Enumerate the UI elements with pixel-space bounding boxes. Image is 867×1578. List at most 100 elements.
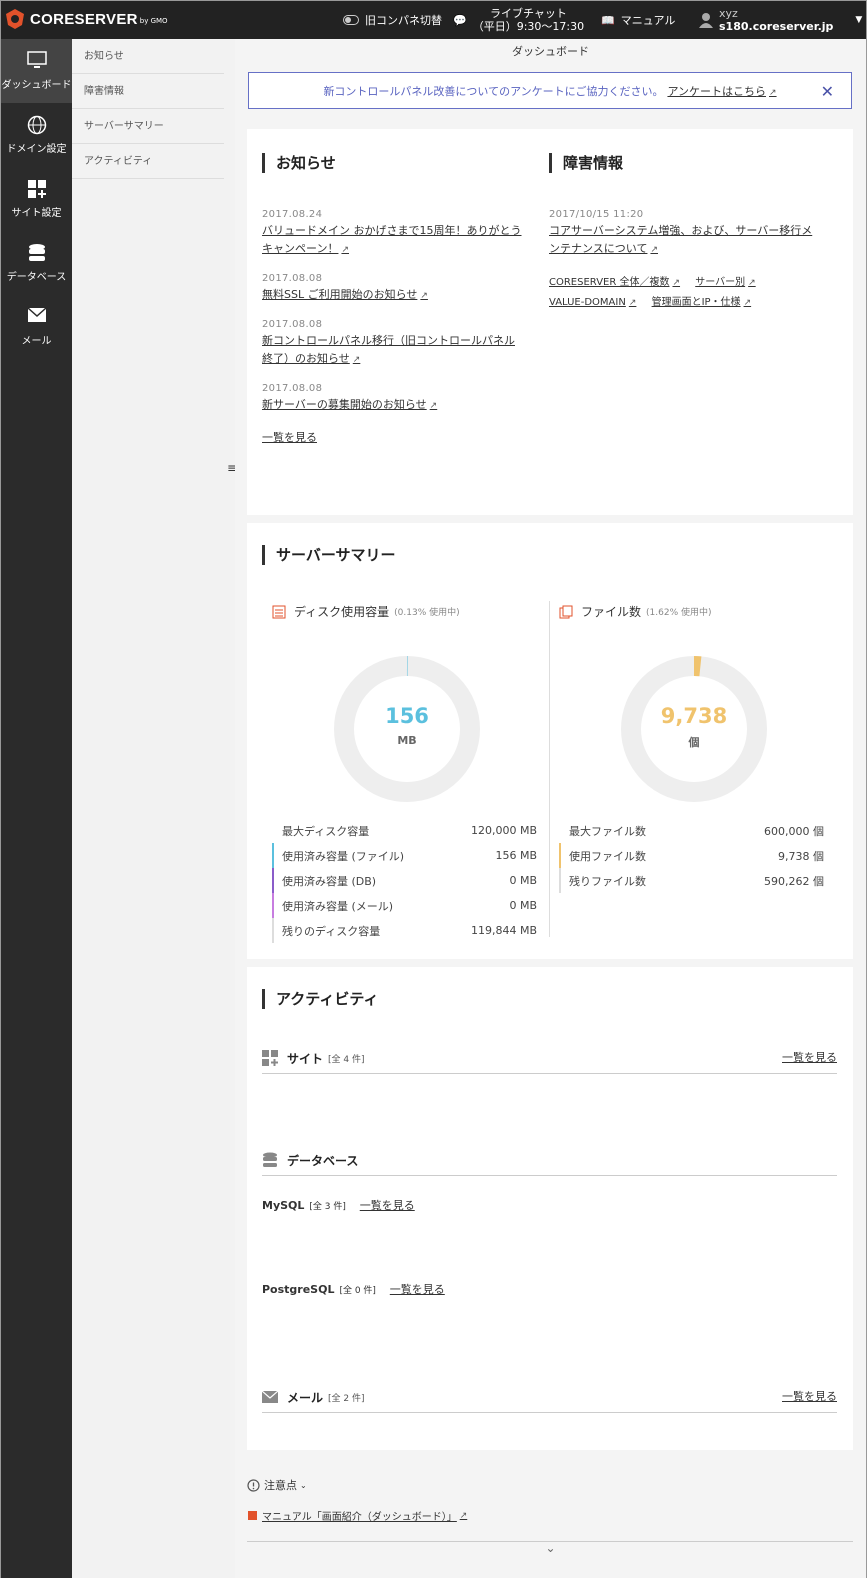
external-link-icon: ↗ <box>352 355 361 365</box>
survey-link[interactable]: アンケートはこちら ↗ <box>667 83 776 99</box>
external-link-icon: ↗ <box>429 401 438 411</box>
mysql-count: [全 3 件] <box>309 1202 346 1212</box>
pg-more-link[interactable]: 一覧を見る <box>390 1283 445 1296</box>
submenu-item-summary[interactable]: サーバーサマリー <box>72 109 224 144</box>
disk-donut: 156 MB <box>334 656 480 802</box>
sidebar-item-domain[interactable]: ドメイン設定 <box>1 103 72 167</box>
news-link[interactable]: 新コントロールパネル移行（旧コントロールパネル終了）のお知らせ ↗ <box>262 334 515 365</box>
sidebar-item-site[interactable]: サイト設定 <box>1 167 72 231</box>
user-icon <box>699 13 713 28</box>
user-name: xyz <box>719 7 738 20</box>
stat-row: 残りのディスク容量 119,844 MB <box>272 918 537 943</box>
manual-link[interactable]: マニュアル「画面紹介（ダッシュボード）」 ↗ <box>247 1508 467 1523</box>
disk-value: 156 <box>385 704 429 728</box>
stat-row: 最大ディスク容量 120,000 MB <box>272 818 537 843</box>
stat-value: 9,738 個 <box>778 849 824 863</box>
news-link[interactable]: 新サーバーの募集開始のお知らせ ↗ <box>262 398 437 411</box>
files-unit: 個 <box>688 736 700 749</box>
news-date: 2017.08.08 <box>262 273 323 284</box>
files-pct: (1.62% 使用中) <box>646 608 712 618</box>
stat-label: 残りファイル数 <box>569 874 646 888</box>
incident-link-server[interactable]: サーバー別 ↗ <box>695 277 755 288</box>
news-date: 2017.08.08 <box>262 383 323 394</box>
manual-button[interactable]: 📖 マニュアル <box>601 1 675 39</box>
stat-label: 使用ファイル数 <box>569 849 646 863</box>
news-link[interactable]: バリュードメイン おかげさまで15周年！ありがとうキャンペーン！ ↗ <box>262 224 522 255</box>
stat-label: 残りのディスク容量 <box>282 924 381 938</box>
disk-icon <box>272 605 286 618</box>
notes-label: 注意点 <box>264 1479 297 1492</box>
banner-text: 新コントロールパネル改善についてのアンケートにご協力ください。 <box>323 84 664 98</box>
monitor-icon <box>26 51 47 68</box>
book-icon <box>248 1511 257 1520</box>
news-link[interactable]: 無料SSL ご利用開始のお知らせ ↗ <box>262 288 428 301</box>
site-more-link[interactable]: 一覧を見る <box>782 1049 837 1067</box>
summary-card: サーバーサマリー ディスク使用容量 (0.13% 使用中) 156 MB 最大ディ… <box>247 523 853 959</box>
sidebar-item-dashboard[interactable]: ダッシュボード <box>1 39 72 103</box>
page-title: ダッシュボード <box>512 45 589 58</box>
sidebar-item-database[interactable]: データベース <box>1 231 72 295</box>
notes-toggle[interactable]: 注意点 ⌄ <box>247 1477 307 1493</box>
external-link-icon: ↗ <box>420 291 428 301</box>
news-date: 2017.08.08 <box>262 319 323 330</box>
site-count: [全 4 件] <box>328 1054 365 1065</box>
grid-icon <box>27 180 46 198</box>
files-icon <box>559 605 573 618</box>
postgresql-row: PostgreSQL [全 0 件] 一覧を見る <box>262 1281 445 1299</box>
disk-panel: ディスク使用容量 (0.13% 使用中) 156 MB 最大ディスク容量 120,0… <box>272 603 537 943</box>
close-icon[interactable]: ✕ <box>821 82 834 101</box>
sidebar-item-mail[interactable]: メール <box>1 295 72 359</box>
grid-icon <box>262 1050 278 1066</box>
activity-mail-row: メール [全 2 件] 一覧を見る <box>262 1382 837 1413</box>
sidebar-label: メール <box>21 336 52 347</box>
chevron-down-icon[interactable]: ⌄ <box>235 1541 866 1555</box>
user-menu[interactable]: xyz s180.coreserver.jp ▼ <box>699 1 862 39</box>
stat-value: 0 MB <box>509 899 537 912</box>
manual-link-text: マニュアル「画面紹介（ダッシュボード）」 <box>262 1512 457 1523</box>
news-date: 2017.08.24 <box>262 209 323 220</box>
sidebar-label: ドメイン設定 <box>6 144 67 155</box>
caret-down-icon: ▼ <box>855 15 863 25</box>
manual-label: マニュアル <box>620 14 676 27</box>
submenu-item-news[interactable]: お知らせ <box>72 39 224 74</box>
book-icon: 📖 <box>601 13 615 27</box>
stat-row: 使用ファイル数 9,738 個 <box>559 843 824 868</box>
sidebar-label: データベース <box>6 272 67 283</box>
chat-icon: 💬 <box>453 13 467 27</box>
coreserver-logo[interactable]: CORESERVER by GMO <box>5 8 168 30</box>
stat-value: 120,000 MB <box>470 824 537 837</box>
stat-row: 使用済み容量 (ファイル) 156 MB <box>272 843 537 868</box>
stat-row: 使用済み容量 (メール) 0 MB <box>272 893 537 918</box>
logo-icon <box>6 9 24 29</box>
news-item: 2017.08.08 無料SSL ご利用開始のお知らせ ↗ <box>262 273 522 305</box>
main-content: ダッシュボード 新コントロールパネル改善についてのアンケートにご協力ください。 … <box>235 39 866 1578</box>
incident-link[interactable]: コアサーバーシステム増強、および、サーバー移行メンテナンスについて ↗ <box>549 224 812 255</box>
files-donut: 9,738 個 <box>621 656 767 802</box>
external-link-icon: ↗ <box>459 1510 468 1521</box>
logo-by: by GMO <box>139 17 168 25</box>
mail-icon <box>262 1391 278 1403</box>
live-chat-button[interactable]: 💬 ライブチャット （平日）9:30〜17:30 <box>453 1 584 39</box>
stat-label: 最大ファイル数 <box>569 824 646 838</box>
incident-link-panel[interactable]: 管理画面とIP・仕様 ↗ <box>652 297 752 308</box>
divider <box>549 601 550 937</box>
stat-value: 156 MB <box>495 849 537 862</box>
incident-link-valuedomain[interactable]: VALUE-DOMAIN ↗ <box>549 297 636 308</box>
news-item: 2017.08.24 バリュードメイン おかげさまで15周年！ありがとうキャンペー… <box>262 209 522 259</box>
news-more-link[interactable]: 一覧を見る <box>262 431 317 444</box>
server-name: s180.coreserver.jp <box>719 20 834 33</box>
external-link-icon: ↗ <box>341 245 349 255</box>
old-panel-toggle[interactable]: 旧コンパネ切替 <box>343 1 442 39</box>
submenu-item-activity[interactable]: アクティビティ <box>72 144 224 179</box>
mysql-more-link[interactable]: 一覧を見る <box>360 1199 415 1212</box>
incidents-heading: 障害情報 <box>549 153 819 173</box>
mail-more-link[interactable]: 一覧を見る <box>782 1388 837 1406</box>
stat-row: 残りファイル数 590,262 個 <box>559 868 824 893</box>
pg-label: PostgreSQL <box>262 1283 335 1296</box>
disk-label: ディスク使用容量 <box>294 605 390 619</box>
submenu-item-incidents[interactable]: 障害情報 <box>72 74 224 109</box>
mail-count: [全 2 件] <box>328 1393 365 1404</box>
stat-value: 0 MB <box>509 874 537 887</box>
mail-icon <box>27 307 46 322</box>
incident-link-coreserver[interactable]: CORESERVER 全体／複数 ↗ <box>549 277 680 288</box>
